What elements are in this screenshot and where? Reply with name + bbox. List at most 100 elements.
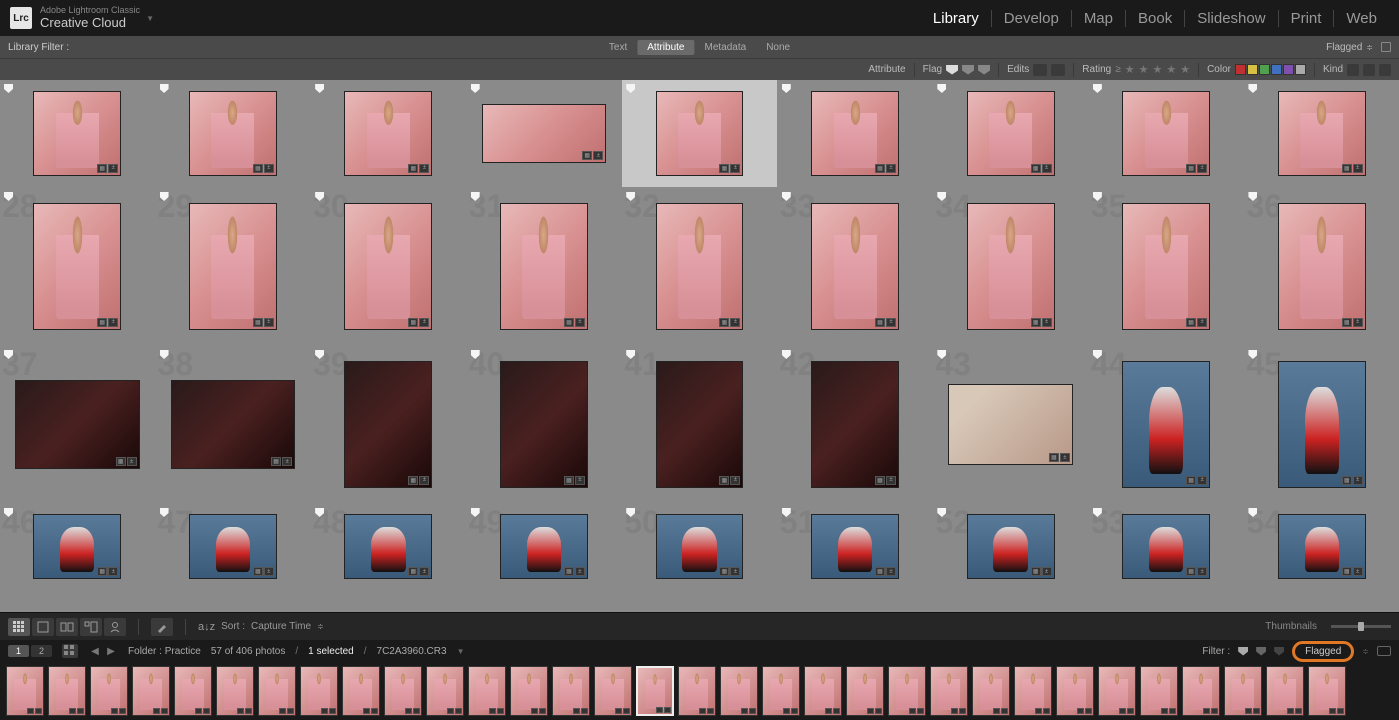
thumbnail-image[interactable]: ▦±: [811, 514, 899, 579]
painter-icon[interactable]: [151, 618, 173, 636]
filter-flag-picked-icon[interactable]: [1238, 647, 1248, 656]
filmstrip-thumbnail[interactable]: [1098, 666, 1136, 716]
filmstrip-thumbnail[interactable]: [6, 666, 44, 716]
grid-cell[interactable]: ▦±: [778, 80, 933, 187]
flag-filter[interactable]: Flag: [923, 64, 990, 75]
filmstrip-thumbnail[interactable]: [1140, 666, 1178, 716]
grid-cell[interactable]: ▦±: [467, 80, 622, 187]
thumbnail-image[interactable]: ▦±: [1278, 514, 1366, 579]
grid-cell[interactable]: 49▦±: [467, 504, 622, 589]
grid-cell[interactable]: 46▦±: [0, 504, 155, 589]
filmstrip-thumbnail[interactable]: [216, 666, 254, 716]
grid-cell[interactable]: 54▦±: [1244, 504, 1399, 589]
filmstrip-thumbnail[interactable]: [90, 666, 128, 716]
filmstrip-thumbnail[interactable]: [972, 666, 1010, 716]
nav-forward-icon[interactable]: ▶: [104, 644, 118, 658]
thumbnail-image[interactable]: ▦±: [967, 91, 1055, 175]
edits-filter[interactable]: Edits: [1007, 64, 1065, 76]
pick-flag-icon[interactable]: [626, 84, 635, 93]
pick-flag-icon[interactable]: [937, 84, 946, 93]
loupe-view-icon[interactable]: [32, 618, 54, 636]
thumbnail-image[interactable]: ▦±: [1122, 361, 1210, 488]
rating-filter[interactable]: Rating ≥ ★ ★ ★ ★ ★: [1082, 63, 1190, 76]
grid-cell[interactable]: 45▦±: [1244, 346, 1399, 503]
module-web[interactable]: Web: [1334, 10, 1389, 27]
filmstrip-thumbnail[interactable]: [1056, 666, 1094, 716]
flag-rejected-icon[interactable]: [978, 65, 990, 75]
filmstrip-thumbnail[interactable]: [552, 666, 590, 716]
filter-switch-icon[interactable]: [1377, 646, 1391, 656]
grid-cell[interactable]: 48▦±: [311, 504, 466, 589]
thumbnail-image[interactable]: ▦±: [500, 203, 588, 330]
filmstrip-thumbnail[interactable]: [804, 666, 842, 716]
grid-cell[interactable]: 51▦±: [778, 504, 933, 589]
thumbnail-image[interactable]: ▦±: [482, 104, 607, 163]
thumbnail-image[interactable]: ▦±: [1278, 91, 1366, 175]
grid-cell[interactable]: 40▦±: [467, 346, 622, 503]
star-icon[interactable]: ★: [1125, 63, 1135, 76]
thumbnail-image[interactable]: ▦±: [948, 384, 1073, 466]
grid-cell[interactable]: 37▦±: [0, 346, 155, 503]
thumbnail-image[interactable]: ▦±: [967, 203, 1055, 330]
thumbnail-image[interactable]: ▦±: [656, 91, 744, 175]
grid-mini-icon[interactable]: [62, 644, 78, 658]
thumbnail-image[interactable]: ▦±: [33, 203, 121, 330]
filmstrip-thumbnail[interactable]: [258, 666, 296, 716]
filmstrip-thumbnail[interactable]: [174, 666, 212, 716]
pick-flag-icon[interactable]: [315, 84, 324, 93]
module-develop[interactable]: Develop: [992, 10, 1072, 27]
module-book[interactable]: Book: [1126, 10, 1185, 27]
color-swatch[interactable]: [1235, 64, 1246, 75]
survey-view-icon[interactable]: [80, 618, 102, 636]
thumbnail-image[interactable]: ▦±: [33, 91, 121, 175]
pick-flag-icon[interactable]: [471, 84, 480, 93]
color-swatch[interactable]: [1259, 64, 1270, 75]
filmstrip-thumbnail[interactable]: [1308, 666, 1346, 716]
thumbnail-grid[interactable]: ▦±▦±▦±▦±▦±▦±▦±▦±▦±28▦±29▦±30▦±31▦±32▦±33…: [0, 80, 1399, 612]
thumbnail-image[interactable]: ▦±: [344, 361, 432, 488]
compare-view-icon[interactable]: [56, 618, 78, 636]
star-icon[interactable]: ★: [1166, 63, 1176, 76]
thumbnail-image[interactable]: ▦±: [1122, 514, 1210, 579]
filmstrip-thumbnail[interactable]: [1224, 666, 1262, 716]
pick-flag-icon[interactable]: [160, 84, 169, 93]
thumbnail-image[interactable]: ▦±: [1122, 91, 1210, 175]
thumbnail-image[interactable]: ▦±: [500, 514, 588, 579]
kind-master-icon[interactable]: [1347, 64, 1359, 76]
pick-flag-icon[interactable]: [1093, 84, 1102, 93]
grid-cell[interactable]: ▦±: [1244, 80, 1399, 187]
kind-video-icon[interactable]: [1379, 64, 1391, 76]
filter-tab-attribute[interactable]: Attribute: [637, 40, 694, 55]
display-1-tab[interactable]: 1: [8, 645, 29, 657]
grid-cell[interactable]: 36▦±: [1244, 188, 1399, 345]
thumbnail-image[interactable]: ▦±: [15, 380, 140, 469]
filmstrip-thumbnail[interactable]: [468, 666, 506, 716]
sort-control[interactable]: a↓z Sort : Capture Time ≑: [198, 621, 324, 633]
kind-filter[interactable]: Kind: [1323, 64, 1391, 76]
filter-preset-flagged[interactable]: Flagged: [1292, 641, 1354, 662]
thumbnail-image[interactable]: ▦±: [1122, 203, 1210, 330]
grid-cell[interactable]: 50▦±: [622, 504, 777, 589]
grid-cell[interactable]: 32▦±: [622, 188, 777, 345]
grid-cell[interactable]: 30▦±: [311, 188, 466, 345]
thumbnail-image[interactable]: ▦±: [1278, 361, 1366, 488]
color-swatch[interactable]: [1295, 64, 1306, 75]
grid-cell[interactable]: 34▦±: [933, 188, 1088, 345]
grid-cell[interactable]: 44▦±: [1089, 346, 1244, 503]
thumbnail-image[interactable]: ▦±: [189, 91, 277, 175]
pick-flag-icon[interactable]: [782, 84, 791, 93]
thumbnail-image[interactable]: ▦±: [967, 514, 1055, 579]
thumbnail-image[interactable]: ▦±: [171, 380, 296, 469]
module-print[interactable]: Print: [1279, 10, 1335, 27]
module-slideshow[interactable]: Slideshow: [1185, 10, 1278, 27]
flag-unflagged-icon[interactable]: [962, 65, 974, 75]
filter-lock-icon[interactable]: [1381, 42, 1391, 52]
grid-cell[interactable]: 43▦±: [933, 346, 1088, 503]
grid-cell[interactable]: 38▦±: [156, 346, 311, 503]
edits-edited-icon[interactable]: [1033, 64, 1047, 76]
grid-cell[interactable]: ▦±: [933, 80, 1088, 187]
color-swatch[interactable]: [1283, 64, 1294, 75]
filmstrip-thumbnail[interactable]: [888, 666, 926, 716]
flag-picked-icon[interactable]: [946, 65, 958, 75]
grid-cell[interactable]: ▦±: [311, 80, 466, 187]
